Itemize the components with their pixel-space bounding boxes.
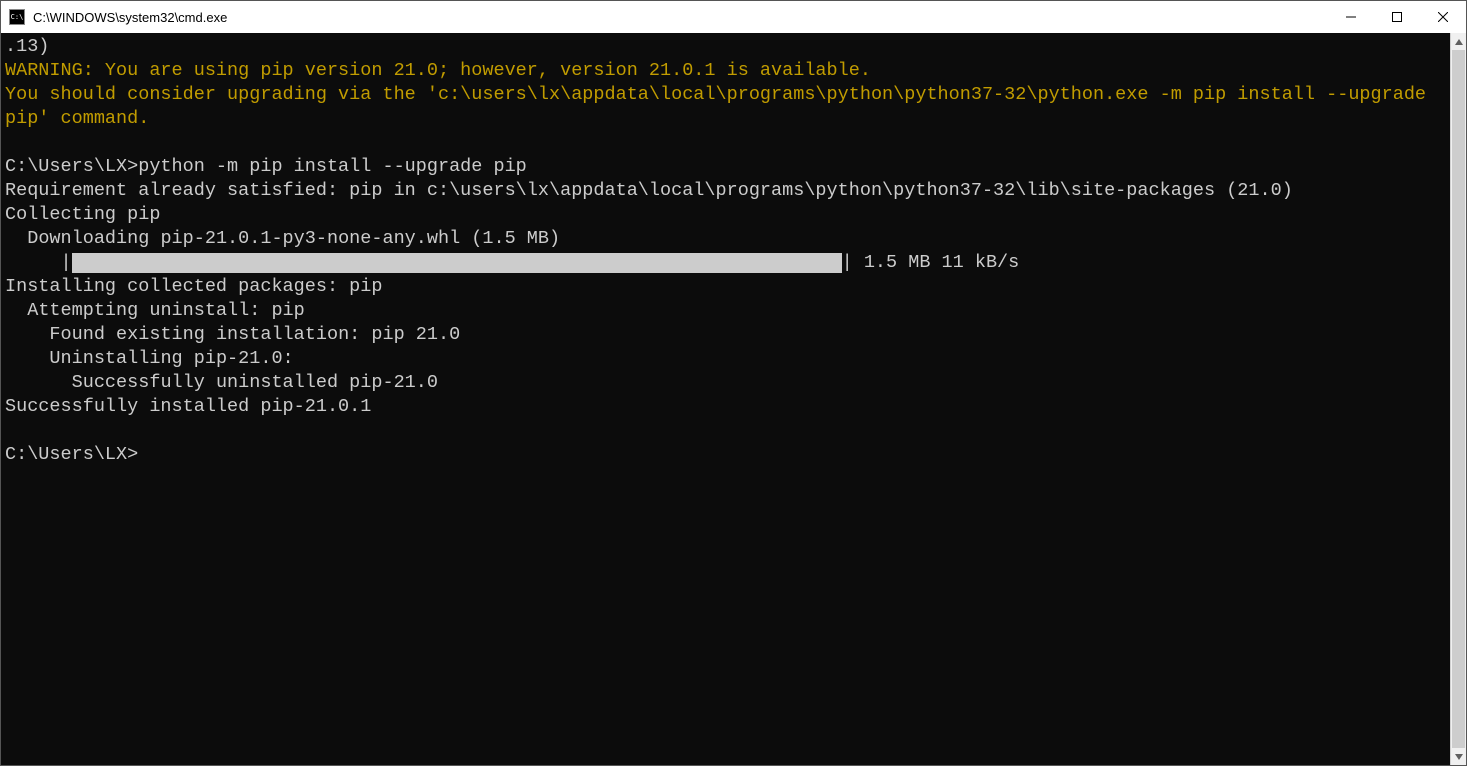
window-title: C:\WINDOWS\system32\cmd.exe — [33, 10, 227, 25]
progress-tail: | 1.5 MB 11 kB/s — [842, 251, 1020, 275]
scroll-down-arrow-icon[interactable] — [1451, 748, 1466, 765]
terminal-line: Collecting pip — [5, 203, 1446, 227]
cmd-icon: C:\ — [9, 9, 25, 25]
terminal-line: C:\Users\LX>python -m pip install --upgr… — [5, 155, 1446, 179]
progress-lead: | — [5, 251, 72, 275]
terminal-line: Successfully installed pip-21.0.1 — [5, 395, 1446, 419]
scroll-track[interactable] — [1451, 50, 1466, 748]
client-area: .13)WARNING: You are using pip version 2… — [1, 33, 1466, 765]
terminal-line: Installing collected packages: pip — [5, 275, 1446, 299]
cmd-window: C:\ C:\WINDOWS\system32\cmd.exe .13)WARN… — [0, 0, 1467, 766]
close-icon — [1438, 12, 1448, 22]
terminal-line: Downloading pip-21.0.1-py3-none-any.whl … — [5, 227, 1446, 251]
terminal-line: Found existing installation: pip 21.0 — [5, 323, 1446, 347]
terminal-line: C:\Users\LX> — [5, 443, 1446, 467]
minimize-icon — [1346, 12, 1356, 22]
minimize-button[interactable] — [1328, 1, 1374, 33]
download-progress-line: | | 1.5 MB 11 kB/s — [5, 251, 1446, 275]
terminal-line: .13) — [5, 35, 1446, 59]
terminal-line — [5, 131, 1446, 155]
maximize-icon — [1392, 12, 1402, 22]
maximize-button[interactable] — [1374, 1, 1420, 33]
progress-bar — [72, 253, 842, 273]
terminal-line: Requirement already satisfied: pip in c:… — [5, 179, 1446, 203]
scroll-thumb[interactable] — [1452, 50, 1465, 748]
close-button[interactable] — [1420, 1, 1466, 33]
terminal-line: Successfully uninstalled pip-21.0 — [5, 371, 1446, 395]
terminal-line: Attempting uninstall: pip — [5, 299, 1446, 323]
terminal-line — [5, 419, 1446, 443]
terminal-line: WARNING: You are using pip version 21.0;… — [5, 59, 1446, 83]
terminal-line: You should consider upgrading via the 'c… — [5, 83, 1446, 131]
titlebar[interactable]: C:\ C:\WINDOWS\system32\cmd.exe — [1, 1, 1466, 33]
terminal-output[interactable]: .13)WARNING: You are using pip version 2… — [1, 33, 1450, 765]
terminal-line: Uninstalling pip-21.0: — [5, 347, 1446, 371]
scroll-up-arrow-icon[interactable] — [1451, 33, 1466, 50]
vertical-scrollbar[interactable] — [1450, 33, 1466, 765]
